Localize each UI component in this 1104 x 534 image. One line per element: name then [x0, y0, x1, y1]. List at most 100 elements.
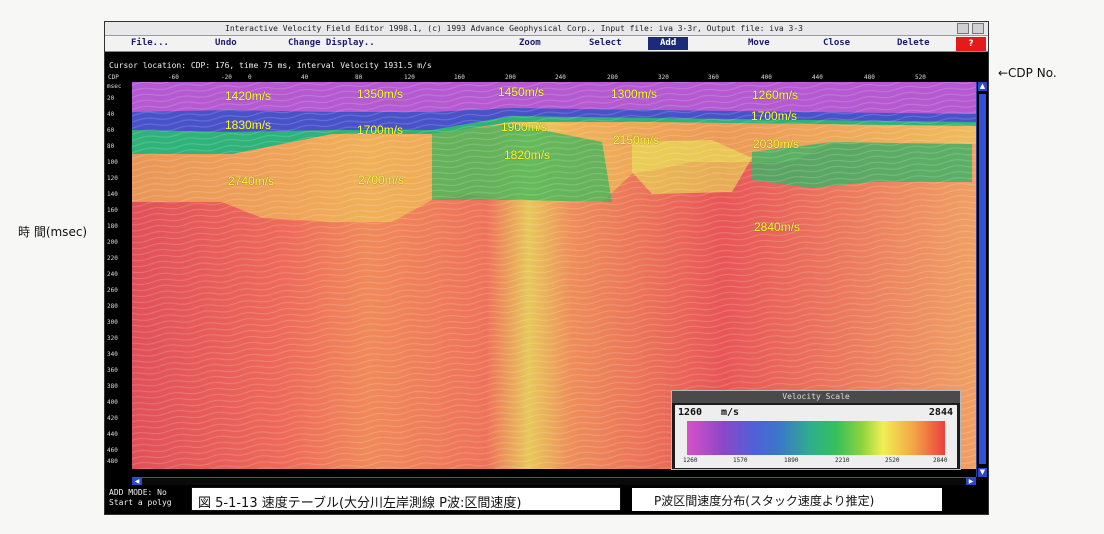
time-tick: 440 [107, 431, 118, 438]
velocity-label: 1900m/s [501, 120, 548, 134]
cdp-tick: 40 [301, 74, 309, 81]
velocity-scale-max: 2844 [928, 407, 953, 418]
time-tick: 160 [107, 207, 118, 214]
menu-close[interactable]: Close [823, 38, 850, 48]
menu-change-display[interactable]: Change Display.. [288, 38, 375, 48]
menu-delete[interactable]: Delete [897, 38, 930, 48]
velocity-label: 1700m/s [357, 123, 404, 137]
time-tick: 80 [107, 143, 115, 150]
mode-hint: Start a polyg [109, 498, 172, 507]
vertical-scroll-thumb[interactable] [979, 94, 986, 464]
menu-add[interactable]: Add [648, 37, 689, 50]
time-tick: 60 [107, 127, 115, 134]
time-tick: 300 [107, 319, 118, 326]
vertical-scrollbar[interactable]: ▲ ▼ [976, 82, 988, 477]
cdp-tick: 240 [555, 74, 566, 81]
velocity-label: 1450m/s [498, 85, 545, 99]
velocity-scale-tick: 2840 [933, 457, 948, 464]
cdp-tick: 160 [454, 74, 465, 81]
figure-caption-text: 図 5-1-13 速度テーブル(大分川左岸測線 P波:区間速度) [198, 496, 522, 511]
velocity-scale-tick: 2520 [885, 457, 900, 464]
horizontal-scrollbar[interactable]: ◀ ▶ [132, 477, 976, 485]
cdp-tick: 200 [505, 74, 516, 81]
title-bar: Interactive Velocity Field Editor 1998.1… [105, 22, 988, 36]
velocity-label: 1700m/s [751, 109, 798, 123]
time-tick: 480 [107, 458, 118, 465]
mode-status: ADD MODE: No [109, 488, 167, 497]
scroll-right-icon[interactable]: ▶ [966, 478, 976, 485]
velocity-label: 1830m/s [225, 118, 272, 132]
time-tick: 420 [107, 415, 118, 422]
time-tick: 320 [107, 335, 118, 342]
time-tick: 380 [107, 383, 118, 390]
cdp-tick: 0 [248, 74, 252, 81]
velocity-label: 2840m/s [754, 220, 801, 234]
velocity-label: 2150m/s [613, 133, 660, 147]
time-tick: 40 [107, 111, 115, 118]
time-tick: 280 [107, 303, 118, 310]
cdp-axis: CDP -60 -20 0 40 80 120 160 200 240 280 … [105, 74, 976, 82]
minimize-icon[interactable] [957, 23, 969, 34]
menu-move[interactable]: Move [748, 38, 770, 48]
menu-file[interactable]: File... [131, 38, 169, 48]
time-tick: 100 [107, 159, 118, 166]
scroll-left-icon[interactable]: ◀ [132, 478, 142, 485]
figure-caption: 図 5-1-13 速度テーブル(大分川左岸測線 P波:区間速度) [191, 487, 621, 511]
cdp-tick: 320 [658, 74, 669, 81]
time-tick: 180 [107, 223, 118, 230]
menu-select[interactable]: Select [589, 38, 622, 48]
velocity-label: 1350m/s [357, 87, 404, 101]
velocity-color-ramp [687, 421, 945, 455]
scroll-up-icon[interactable]: ▲ [978, 82, 987, 91]
cdp-tick: 120 [404, 74, 415, 81]
cdp-annotation: ←CDP No. [998, 66, 1057, 80]
cursor-readout: Cursor location: CDP: 176, time 75 ms, I… [109, 61, 432, 70]
velocity-scale-title: Velocity Scale [672, 391, 960, 403]
velocity-label: 1820m/s [504, 148, 551, 162]
velocity-scale-body: 1260 m/s 2844 1260 1570 1890 2210 2520 2… [675, 405, 957, 468]
velocity-label: 1300m/s [611, 87, 658, 101]
velocity-scale-tick: 1570 [733, 457, 748, 464]
cdp-tick: 520 [915, 74, 926, 81]
cdp-tick: 440 [812, 74, 823, 81]
velocity-scale-tick: 1890 [784, 457, 799, 464]
time-tick: 120 [107, 175, 118, 182]
velocity-label: 1420m/s [225, 89, 272, 103]
editor-window: Interactive Velocity Field Editor 1998.1… [104, 21, 989, 515]
cdp-tick: -20 [221, 74, 232, 81]
status-bar: Cursor location: CDP: 176, time 75 ms, I… [105, 52, 988, 74]
cdp-tick: 360 [708, 74, 719, 81]
time-tick: 20 [107, 95, 115, 102]
menu-undo[interactable]: Undo [215, 38, 237, 48]
cdp-tick: 400 [761, 74, 772, 81]
cdp-tick: 480 [864, 74, 875, 81]
menu-zoom[interactable]: Zoom [519, 38, 541, 48]
time-tick: 460 [107, 447, 118, 454]
sub-caption: P波区間速度分布(スタック速度より推定) [632, 488, 942, 511]
velocity-label: 2700m/s [358, 173, 405, 187]
time-tick: 360 [107, 367, 118, 374]
cdp-tick: -60 [168, 74, 179, 81]
time-axis-name: msec [107, 83, 122, 90]
help-button[interactable]: ? [956, 37, 986, 51]
time-tick: 260 [107, 287, 118, 294]
scroll-down-icon[interactable]: ▼ [978, 468, 987, 477]
time-tick: 140 [107, 191, 118, 198]
time-tick: 340 [107, 351, 118, 358]
velocity-scale-tick: 2210 [835, 457, 850, 464]
maximize-icon[interactable] [972, 23, 984, 34]
time-tick: 220 [107, 255, 118, 262]
window-title: Interactive Velocity Field Editor 1998.1… [225, 24, 803, 33]
velocity-scale-unit: m/s [721, 407, 740, 418]
menu-bar: File... Undo Change Display.. Zoom Selec… [105, 36, 988, 52]
velocity-scale-min: 1260 [678, 407, 703, 418]
velocity-label: 2740m/s [228, 174, 275, 188]
velocity-label: 1260m/s [752, 88, 799, 102]
velocity-scale-panel: Velocity Scale 1260 m/s 2844 1260 1570 1… [671, 390, 961, 470]
sub-caption-text: P波区間速度分布(スタック速度より推定) [654, 494, 875, 508]
cdp-tick: 80 [355, 74, 363, 81]
velocity-scale-tick: 1260 [683, 457, 698, 464]
cdp-axis-name: CDP [108, 74, 119, 81]
time-tick: 240 [107, 271, 118, 278]
cdp-tick: 280 [607, 74, 618, 81]
